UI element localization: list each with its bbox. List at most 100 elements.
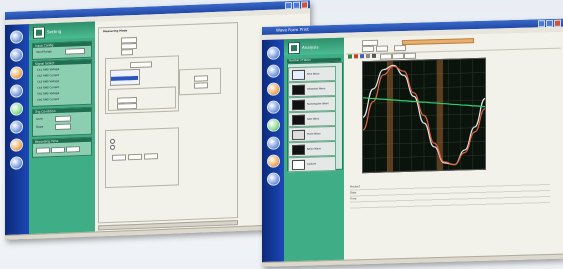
trigger-level-field[interactable] [55,115,71,123]
group-signal-select: Signal Select Ch1 RMS Voltage Ch2 RMS Cu… [32,58,92,107]
help-icon[interactable] [10,156,23,170]
meter-icon[interactable] [10,84,23,98]
row-label: Input Range [36,50,52,54]
mode-sidebar [262,39,284,267]
print-icon[interactable] [366,53,370,59]
window-title: Wave Form Print [276,26,309,33]
waveform-chart[interactable] [362,57,486,174]
zoom-field[interactable] [380,53,392,60]
waveform-icon[interactable] [10,66,23,80]
trigger-field[interactable] [128,153,142,161]
recording-time-field[interactable] [66,146,80,153]
detail-field[interactable] [117,102,137,110]
trigger-box [105,127,179,189]
wave-thumbnail [292,129,305,141]
recording-time-field[interactable] [36,147,50,154]
panel-header: Analysis [284,37,344,56]
wave-label: Saw Wave [307,117,320,121]
group-header: Recording Time [33,137,91,144]
print-icon[interactable] [267,136,280,150]
wave-label: Distorted Wave [307,87,326,91]
wave-item[interactable]: Pulse Wave [288,125,336,143]
range-field[interactable] [394,44,406,52]
info-table: Product Date Time [350,179,550,222]
file-icon[interactable] [10,138,23,152]
file-icon[interactable] [267,154,280,168]
channel-box [179,67,221,96]
mode-field[interactable] [121,49,133,56]
waveform-icon[interactable] [267,82,280,96]
range-box [105,55,179,115]
help-icon[interactable] [267,172,280,186]
waveform-content: Product Date Time [344,31,563,265]
wave-thumbnail [292,99,305,111]
meter-icon[interactable] [267,100,280,114]
trigger-field[interactable] [144,153,158,160]
analysis-panel: Analysis Number of Wave Sine Wave Distor… [284,37,344,267]
group-input-config: Input Config Input Range [32,40,92,60]
group-trig-condition: Trig Condition Level Slope [32,106,92,137]
settings-icon[interactable] [267,64,280,78]
range-field[interactable] [376,45,388,52]
save-icon[interactable] [372,53,376,58]
wave-item[interactable]: Distorted Wave [288,80,336,98]
measuring-mode-box: Measuring Mode [98,22,238,224]
print-icon[interactable] [10,120,23,134]
wave-thumbnail [292,114,305,126]
signal-checkbox[interactable]: Ch4 RMS Current [37,86,59,90]
signal-checkbox[interactable]: Ch2 RMS Current [37,74,59,78]
panel-logo-icon [288,41,300,55]
channel-field[interactable] [194,82,208,89]
group-header: Input Config [33,41,91,48]
wave-thumbnail [292,84,305,96]
panel-logo-icon [33,26,45,39]
wave-label: Custom [307,162,317,166]
record-icon[interactable] [267,118,280,132]
range-field[interactable] [362,45,374,53]
zoom-out-icon[interactable] [354,54,358,59]
wave-thumbnail [292,144,305,156]
settings-panel: Setting Input Config Input Range Signal … [29,21,95,240]
wave-item[interactable]: Sine Wave [288,65,336,83]
signal-checkbox[interactable]: Ch6 RMS Current [37,98,59,102]
wave-label: Rectangular Wave [307,102,329,106]
radio-button[interactable] [110,144,115,150]
group-recording-time: Recording Time [32,136,92,158]
row-label: Level [36,117,43,121]
radio-button[interactable] [110,138,115,144]
range-select[interactable] [130,61,152,69]
panel-label: Analysis [302,44,319,50]
signal-checkbox[interactable]: Ch5 RMS Voltage [37,92,59,96]
wave-item[interactable]: Noise Wave [288,140,336,158]
signal-checkbox[interactable]: Ch1 RMS Voltage [37,68,59,72]
group-header: Signal Select [33,59,91,66]
wave-item[interactable]: Rectangular Wave [288,95,336,113]
detail-box [108,86,176,112]
wave-label: Sine Wave [307,72,320,76]
home-icon[interactable] [10,30,23,44]
signal-checkbox[interactable]: Ch3 RMS Voltage [37,80,59,84]
input-range-field[interactable] [65,47,85,55]
group-header: Trig Condition [33,107,91,114]
zoom-field[interactable] [404,52,416,60]
panel-label: Setting [47,28,62,35]
trigger-field[interactable] [112,154,126,161]
row-label: Slope [36,125,44,129]
section-heading: Measuring Mode [103,29,128,34]
trigger-slope-field[interactable] [55,123,71,131]
settings-icon[interactable] [10,48,23,62]
wave-thumbnail [292,69,305,81]
wave-item[interactable]: Saw Wave [288,110,336,128]
recording-time-field[interactable] [51,146,65,154]
record-icon[interactable] [10,102,23,116]
zoom-in-icon[interactable] [348,54,352,59]
info-rows [350,179,550,210]
wave-label: Noise Wave [307,147,321,151]
channel-field[interactable] [194,75,208,82]
home-icon[interactable] [267,46,280,60]
zoom-field[interactable] [392,53,404,60]
cursor-icon[interactable] [360,54,364,59]
wave-thumbnail [292,159,305,171]
wave-item[interactable]: Custom [288,155,336,173]
waveform-window: Wave Form Print Analysis Number of Wave … [262,18,563,267]
